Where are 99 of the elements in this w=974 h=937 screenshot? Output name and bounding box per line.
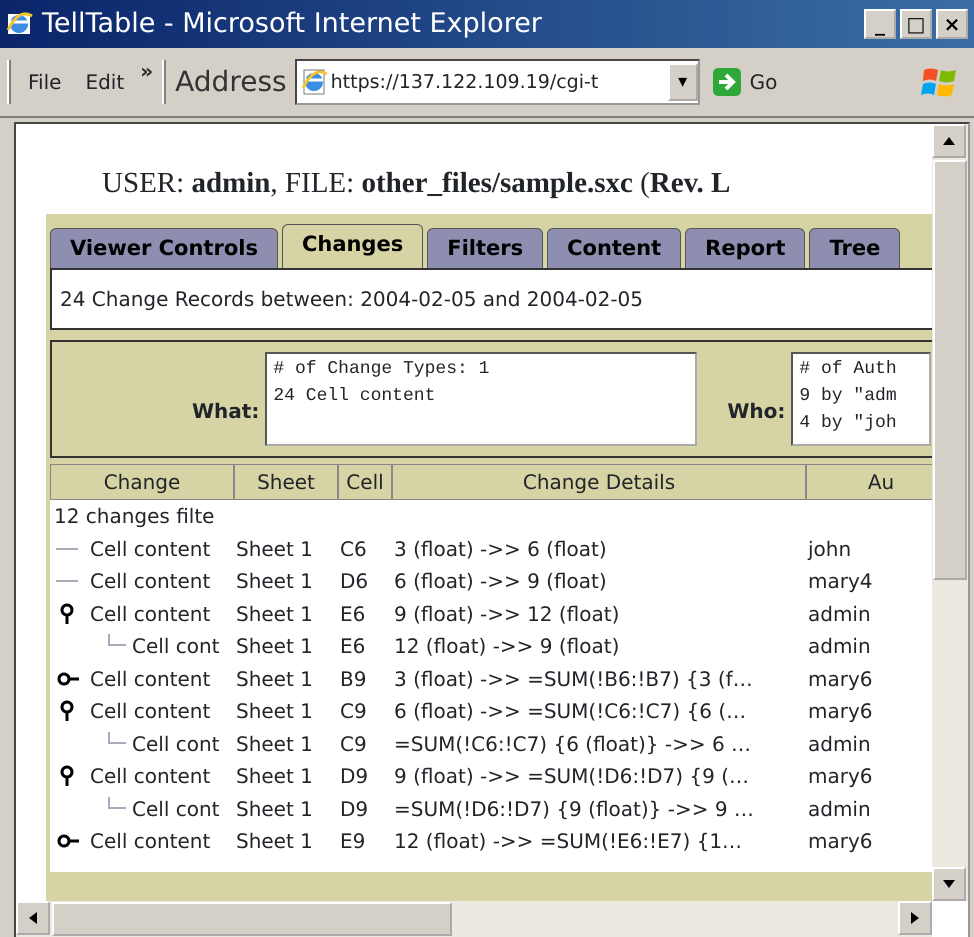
author-name: mary6 xyxy=(807,698,874,726)
tab[interactable]: Viewer Controls xyxy=(50,228,278,268)
tree-connector-icon xyxy=(108,732,126,744)
change-type: Cell content xyxy=(90,600,212,628)
tree-connector-icon xyxy=(108,634,126,646)
cell-ref: C9 xyxy=(339,730,368,758)
change-type: Cell cont xyxy=(132,796,220,823)
minimize-button[interactable]: _ xyxy=(864,9,896,39)
triangle-icon xyxy=(943,878,955,890)
column-header[interactable]: Change xyxy=(50,464,234,500)
cell-ref: C9 xyxy=(339,698,368,726)
change-details: =SUM(!C6:!C7) {6 (float)} ->> 6 … xyxy=(393,730,752,758)
cell-ref: D6 xyxy=(339,568,370,596)
change-details: 9 (float) ->> 12 (float) xyxy=(393,600,620,628)
change-details: 6 (float) ->> =SUM(!C6:!C7) {6 (… xyxy=(393,698,748,726)
sheet-name: Sheet 1 xyxy=(235,828,314,856)
close-button[interactable]: × xyxy=(936,9,968,39)
scrollbar-thumb[interactable] xyxy=(52,902,452,936)
change-type: Cell content xyxy=(90,763,212,790)
tab[interactable]: Changes xyxy=(282,224,424,268)
change-type: Cell cont xyxy=(132,633,220,660)
tree-root-label[interactable]: 12 changes filte xyxy=(50,501,214,532)
author-name: mary6 xyxy=(807,666,874,693)
go-button[interactable]: Go xyxy=(708,63,782,101)
page-heading: USER: admin, FILE: other_files/sample.sxc (Rev. L xyxy=(102,167,730,199)
change-details: =SUM(!D6:!D7) {9 (float)} ->> 9 … xyxy=(393,796,755,823)
column-header[interactable]: Sheet xyxy=(234,464,338,500)
tree-connector-icon xyxy=(56,580,78,582)
tab[interactable]: Content xyxy=(547,228,682,268)
cell-ref: E6 xyxy=(339,633,366,660)
column-header[interactable]: Change Details xyxy=(392,464,806,500)
scrollbar-thumb[interactable] xyxy=(933,160,967,580)
toolbar-grip-icon xyxy=(6,60,12,104)
window-title: TellTable - Microsoft Internet Explorer xyxy=(42,6,543,41)
menu-item[interactable]: File xyxy=(20,67,70,97)
change-details: 12 (float) ->> 9 (float) xyxy=(393,633,620,660)
who-label: Who: xyxy=(727,398,786,425)
scroll-up-button[interactable] xyxy=(932,124,966,158)
cell-ref: C6 xyxy=(339,536,368,563)
sheet-name: Sheet 1 xyxy=(235,568,314,596)
change-details: 12 (float) ->> =SUM(!E6:!E7) {1… xyxy=(393,828,744,856)
summary-text: 24 Change Records between: 2004-02-05 and 2004-02-05 xyxy=(50,268,932,330)
toolbar-grip-icon xyxy=(161,60,168,104)
sheet-name: Sheet 1 xyxy=(235,600,314,628)
menu-item[interactable]: Edit xyxy=(77,67,132,97)
maximize-button[interactable]: □ xyxy=(900,9,932,39)
cell-ref: B9 xyxy=(339,666,368,693)
column-header[interactable]: Cell xyxy=(338,464,392,500)
sheet-name: Sheet 1 xyxy=(235,633,314,660)
tab[interactable]: Tree xyxy=(809,228,900,268)
vertical-scrollbar[interactable] xyxy=(932,124,968,901)
author-name: mary6 xyxy=(807,763,874,790)
scroll-right-button[interactable] xyxy=(898,901,932,935)
cell-ref: D9 xyxy=(339,763,370,790)
author-name: admin xyxy=(807,633,872,660)
change-type: Cell content xyxy=(90,568,212,596)
tree-connector-icon xyxy=(56,548,78,550)
triangle-icon xyxy=(909,912,921,924)
scroll-left-button[interactable] xyxy=(16,901,50,935)
sheet-name: Sheet 1 xyxy=(235,698,314,726)
author-name: mary6 xyxy=(807,828,874,856)
page-icon xyxy=(300,68,327,96)
horizontal-scrollbar[interactable] xyxy=(16,901,932,937)
change-details: 3 (float) ->> 6 (float) xyxy=(393,536,608,563)
sheet-name: Sheet 1 xyxy=(235,666,314,693)
sheet-name: Sheet 1 xyxy=(235,536,314,563)
change-type: Cell content xyxy=(90,828,212,856)
change-type: Cell content xyxy=(90,666,212,693)
sheet-name: Sheet 1 xyxy=(235,763,314,790)
cell-ref: E6 xyxy=(339,600,366,628)
author-name: mary4 xyxy=(807,568,874,596)
address-field[interactable]: https://137.122.109.19/cgi-t ▾ xyxy=(294,59,700,105)
author-name: admin xyxy=(807,600,872,628)
scroll-down-button[interactable] xyxy=(932,867,966,901)
tab[interactable]: Report xyxy=(685,228,806,268)
change-details: 9 (float) ->> =SUM(!D6:!D7) {9 (… xyxy=(393,763,750,790)
dropdown-button[interactable]: ▾ xyxy=(668,63,698,101)
address-label: Address xyxy=(175,64,287,100)
who-list[interactable]: # of Auth 9 by "adm 4 by "joh xyxy=(791,352,932,446)
triangle-icon xyxy=(943,135,955,148)
what-label: What: xyxy=(192,398,260,425)
column-header[interactable]: Au xyxy=(806,464,932,500)
chevron-button[interactable]: » xyxy=(140,56,154,86)
triangle-icon xyxy=(27,912,39,924)
change-type: Cell content xyxy=(90,698,212,726)
change-details: 6 (float) ->> 9 (float) xyxy=(393,568,608,596)
change-type: Cell content xyxy=(90,536,212,563)
cell-ref: E9 xyxy=(339,828,366,856)
change-type: Cell cont xyxy=(132,730,220,758)
cell-ref: D9 xyxy=(339,796,370,823)
what-list[interactable]: # of Change Types: 1 24 Cell content xyxy=(265,352,698,446)
tree-connector-icon xyxy=(108,796,126,808)
author-name: admin xyxy=(807,730,872,758)
tab[interactable]: Filters xyxy=(427,228,544,268)
author-name: admin xyxy=(807,796,872,823)
sheet-name: Sheet 1 xyxy=(235,796,314,823)
sheet-name: Sheet 1 xyxy=(235,730,314,758)
author-name: john xyxy=(806,536,852,563)
change-details: 3 (float) ->> =SUM(!B6:!B7) {3 (f… xyxy=(393,666,754,693)
